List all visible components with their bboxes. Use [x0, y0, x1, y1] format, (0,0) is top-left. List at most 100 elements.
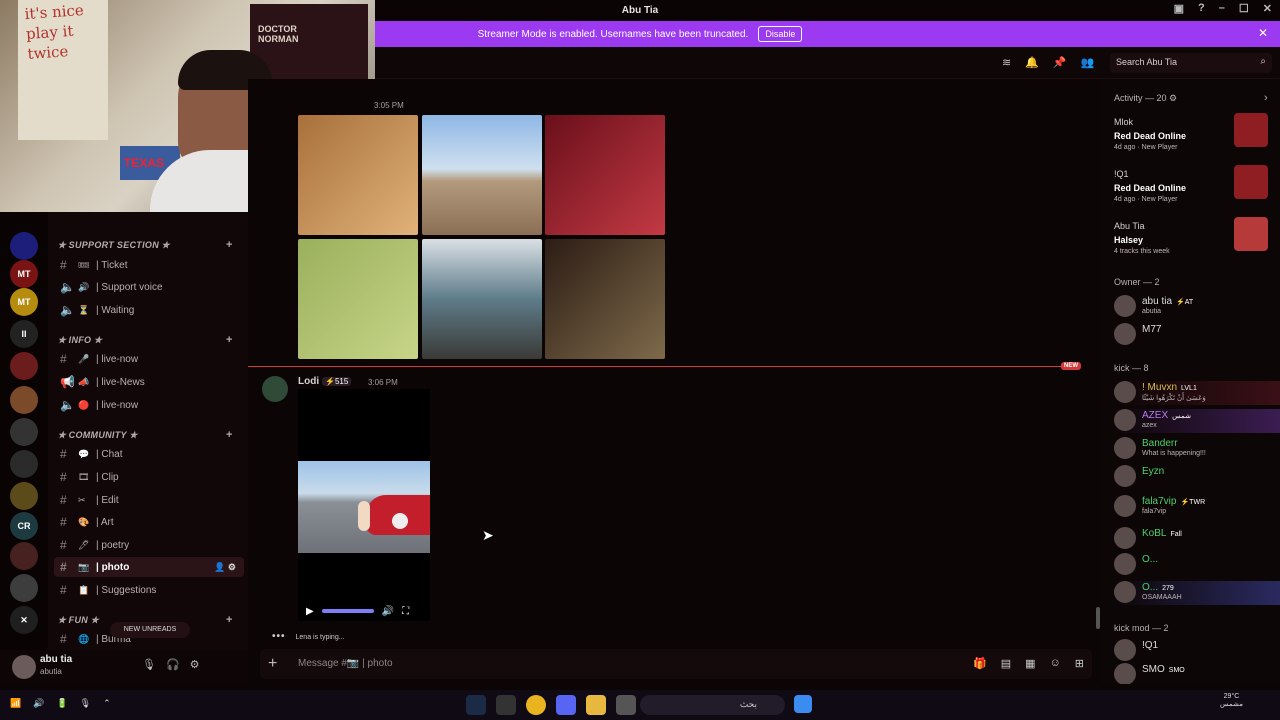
server-icon[interactable] — [10, 352, 38, 380]
photo-image[interactable] — [298, 239, 418, 359]
photo-image[interactable] — [422, 115, 542, 235]
activity-title[interactable]: Activity — 20 ⚙ › — [1114, 92, 1268, 104]
channel-live-now-voice[interactable]: 🔈 🔴 | live-now — [54, 395, 244, 415]
channel-ticket[interactable]: # 🎟 | Ticket — [54, 255, 244, 275]
apps-icon[interactable]: ⊞ — [1075, 657, 1084, 670]
member-item[interactable]: Eyzn — [1114, 465, 1280, 489]
volume-icon[interactable]: 🔊 — [33, 698, 44, 709]
sticker-icon[interactable]: ▦ — [1025, 657, 1035, 670]
channel-edit[interactable]: # ✂ | Edit — [54, 490, 244, 510]
chevron-up-icon[interactable]: ⌃ — [103, 698, 111, 709]
category-community[interactable]: ✯ COMMUNITY ✯ + — [58, 429, 232, 441]
weather-widget[interactable]: 29°C مشمس — [1220, 693, 1243, 708]
chrome-app-icon[interactable] — [526, 695, 546, 715]
help-icon[interactable]: ? — [1198, 2, 1205, 15]
channel-live-news[interactable]: 📢 📣 | live-News — [54, 372, 244, 392]
mic-icon[interactable]: 🎙 — [80, 698, 91, 709]
banner-close-icon[interactable]: ✕ — [1258, 26, 1268, 40]
message-composer[interactable]: + Message #📷 | photo 🎁 ▤ ▦ ☺ ⊞ — [260, 649, 1092, 679]
channel-art[interactable]: # 🎨 | Art — [54, 512, 244, 532]
avatar[interactable] — [12, 655, 36, 679]
pin-icon[interactable]: 📌 — [1053, 56, 1067, 69]
author-avatar[interactable] — [262, 376, 288, 402]
photo-image[interactable] — [545, 239, 665, 359]
attach-plus-icon[interactable]: + — [268, 655, 277, 673]
channel-settings-icon[interactable]: 👤 ⚙ — [214, 562, 236, 573]
member-item[interactable]: Banderr What is happening!!! — [1114, 437, 1280, 461]
add-channel-icon[interactable]: + — [226, 239, 233, 251]
server-icon[interactable] — [10, 418, 38, 446]
server-icon[interactable] — [10, 386, 38, 414]
gear-icon[interactable]: ⚙ — [190, 658, 200, 671]
member-item[interactable]: O... — [1114, 553, 1280, 577]
emoji-icon[interactable]: ☺ — [1050, 657, 1061, 670]
activity-item[interactable]: !Q1 Red Dead Online 4d ago · New Player — [1114, 165, 1274, 213]
members-icon[interactable]: 👥 — [1081, 56, 1095, 69]
message-input[interactable]: Message #📷 | photo — [298, 658, 393, 669]
add-channel-icon[interactable]: + — [226, 429, 233, 441]
server-icon[interactable]: II — [10, 320, 38, 348]
message-author[interactable]: Lodi — [298, 376, 319, 387]
disable-button[interactable]: Disable — [758, 26, 803, 42]
headphones-icon[interactable]: 🎧 — [166, 658, 180, 671]
gif-icon[interactable]: ▤ — [1001, 657, 1011, 670]
channel-poetry[interactable]: # 🖊 | poetry — [54, 535, 244, 555]
minimize-icon[interactable]: – — [1219, 2, 1225, 15]
photo-image[interactable] — [298, 115, 418, 235]
app-icon[interactable] — [616, 695, 636, 715]
server-icon[interactable] — [10, 232, 38, 260]
member-item[interactable]: abu tia ⚡AT abutia — [1114, 295, 1280, 319]
obs-app-icon[interactable] — [496, 695, 516, 715]
folder-app-icon[interactable] — [586, 695, 606, 715]
volume-slider[interactable] — [321, 609, 374, 613]
server-icon[interactable]: CR — [10, 512, 38, 540]
channel-waiting[interactable]: 🔈 ⏳ | Waiting — [54, 300, 244, 320]
mic-icon[interactable]: 🎙 — [142, 658, 156, 671]
add-channel-icon[interactable]: + — [226, 614, 233, 626]
gift-icon[interactable]: 🎁 — [973, 657, 987, 670]
server-icon[interactable]: MT — [10, 260, 38, 288]
channel-clip[interactable]: # 🎞 | Clip — [54, 467, 244, 487]
inbox-icon[interactable]: ▣ — [1174, 2, 1184, 15]
server-icon[interactable]: MT — [10, 288, 38, 316]
taskbar-search[interactable]: بحث — [640, 695, 785, 715]
category-info[interactable]: ✯ INFO ✯ + — [58, 334, 232, 346]
threads-icon[interactable]: ≋ — [1002, 56, 1011, 69]
category-fun[interactable]: ✯ FUN ✯ + — [58, 614, 232, 626]
photo-image[interactable] — [422, 239, 542, 359]
server-icon[interactable] — [10, 542, 38, 570]
member-item[interactable]: KoBL Fall — [1114, 527, 1280, 551]
chevron-right-icon[interactable]: › — [1264, 92, 1268, 104]
network-icon[interactable]: 📶 — [10, 698, 21, 709]
member-item[interactable]: fala7vip ⚡TWR fala7vip — [1114, 495, 1280, 519]
channel-support-voice[interactable]: 🔈 🔊 | Support voice — [54, 277, 244, 297]
windows-start-icon[interactable] — [794, 695, 812, 713]
category-support[interactable]: ✯ SUPPORT SECTION ✯ + — [58, 239, 232, 251]
server-icon[interactable] — [10, 482, 38, 510]
activity-item[interactable]: Abu Tia Halsey 4 tracks this week — [1114, 217, 1274, 265]
member-item[interactable]: M77 — [1114, 323, 1280, 347]
channel-photo[interactable]: # 📷 | photo 👤 ⚙ — [54, 557, 244, 577]
steam-app-icon[interactable] — [466, 695, 486, 715]
volume-icon[interactable]: 🔊 — [382, 606, 394, 617]
add-channel-icon[interactable]: + — [226, 334, 233, 346]
channel-live-now[interactable]: # 🎤 | live-now — [54, 349, 244, 369]
member-item[interactable]: ! Muvxn LVL1 وَعَسَىٰ أَنْ تَكْرَهُوا شَيْ… — [1114, 381, 1280, 405]
member-item[interactable]: AZEX شمس azex — [1114, 409, 1280, 433]
play-icon[interactable]: ▶ — [306, 606, 314, 617]
close-icon[interactable]: ✕ — [1263, 2, 1272, 15]
channel-chat[interactable]: # 💬 | Chat — [54, 444, 244, 464]
activity-item[interactable]: Mlok Red Dead Online 4d ago · New Player — [1114, 113, 1274, 161]
bell-icon[interactable]: 🔔 — [1025, 56, 1039, 69]
member-item[interactable]: SMO SMO — [1114, 663, 1280, 684]
new-unreads-pill[interactable]: NEW UNREADS — [110, 622, 190, 638]
server-icon[interactable] — [10, 574, 38, 602]
channel-suggestions[interactable]: # 📋 | Suggestions — [54, 580, 244, 600]
video-player[interactable]: ▶ 🔊 ⛶ — [298, 389, 430, 621]
battery-icon[interactable]: 🔋 — [56, 698, 67, 709]
fullscreen-icon[interactable]: ⛶ — [402, 606, 409, 617]
discord-app-icon[interactable] — [556, 695, 576, 715]
search-input[interactable]: Search Abu Tia ⌕ — [1110, 53, 1272, 73]
maximize-icon[interactable]: ☐ — [1239, 2, 1249, 15]
server-icon[interactable]: ✕ — [10, 606, 38, 634]
